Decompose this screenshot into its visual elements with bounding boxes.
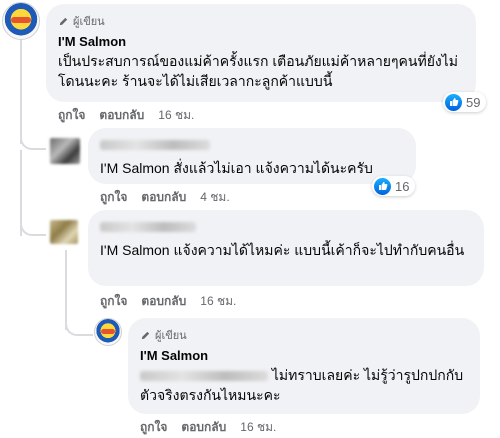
author-badge: ผู้เขียน [58,12,464,30]
mention-link[interactable]: I'M Salmon [100,160,170,176]
reaction-count-label: 16 [395,178,410,194]
like-button[interactable]: ถูกใจ [140,418,167,437]
comment-bubble: ผู้เขียน I'M Salmon เป็นประสบการณ์ของแม่… [46,4,476,102]
reply-button[interactable]: ตอบกลับ [181,418,226,437]
comment-actions: ถูกใจ ตอบกลับ 16 ชม. [58,106,194,125]
pen-icon [141,331,150,339]
like-button[interactable]: ถูกใจ [100,292,127,311]
comment-actions: ถูกใจ ตอบกลับ 16 ชม. [140,418,276,437]
like-button[interactable]: ถูกใจ [100,188,127,207]
author-badge: ผู้เขียน [140,326,468,344]
author-badge-label: ผู้เขียน [155,330,187,342]
comment-text: I'M Salmon สั่งแล้วไม่เอา แจ้งความได้นะค… [100,158,404,178]
like-button[interactable]: ถูกใจ [58,106,85,125]
like-icon [445,93,462,111]
comment-text: ไม่ทราบเลยค่ะ ไม่รู้ว่ารูปกปกกับตัวจริงต… [140,365,468,405]
mention-link[interactable]: I'M Salmon [100,242,170,258]
commenter-name[interactable] [100,136,404,154]
thread-curve [65,300,93,336]
comment-author-name[interactable]: I'M Salmon [58,34,464,49]
commenter-name[interactable] [100,218,472,236]
reaction-count-label: 59 [466,94,481,110]
like-icon [374,177,391,195]
comment-timestamp[interactable]: 16 ชม. [158,106,194,125]
comment-actions: ถูกใจ ตอบกลับ 4 ชม. [100,188,230,207]
mention-link[interactable] [140,371,268,382]
reply-button[interactable]: ตอบกลับ [99,106,144,125]
commenter-avatar[interactable] [50,138,80,164]
comment-timestamp[interactable]: 16 ชม. [200,292,236,311]
reaction-count[interactable]: 16 [372,176,416,196]
comment-bubble: I'M Salmon แจ้งความได้ไหมค่ะ แบบนี้เค้าก… [88,210,484,286]
comment-body: แจ้งความได้ไหมค่ะ แบบนี้เค้าก็จะไปทำกับค… [169,242,465,258]
comment-author-name[interactable]: I'M Salmon [140,348,468,363]
commenter-avatar[interactable] [50,220,78,244]
thread-curve [20,200,46,236]
comment-bubble: ผู้เขียน I'M Salmon ไม่ทราบเลยค่ะ ไม่รู้… [128,318,480,414]
pen-icon [59,17,68,25]
comment-body: สั่งแล้วไม่เอา แจ้งความได้นะครับ [169,160,373,176]
comment-timestamp[interactable]: 4 ชม. [200,188,229,207]
author-avatar[interactable] [94,318,122,346]
thread-curve [20,120,46,150]
comment-text: เป็นประสบการณ์ของแม่ค้าครั้งแรก เตือนภัย… [58,53,458,89]
reply-button[interactable]: ตอบกลับ [141,292,186,311]
author-badge-label: ผู้เขียน [73,16,105,28]
reaction-count[interactable]: 59 [443,92,487,112]
reply-button[interactable]: ตอบกลับ [141,188,186,207]
comment-actions: ถูกใจ ตอบกลับ 16 ชม. [100,292,236,311]
comment-bubble: I'M Salmon สั่งแล้วไม่เอา แจ้งความได้นะค… [88,128,416,184]
author-avatar[interactable] [2,2,40,40]
comment-timestamp[interactable]: 16 ชม. [240,418,276,437]
comment-text: I'M Salmon แจ้งความได้ไหมค่ะ แบบนี้เค้าก… [100,240,472,260]
